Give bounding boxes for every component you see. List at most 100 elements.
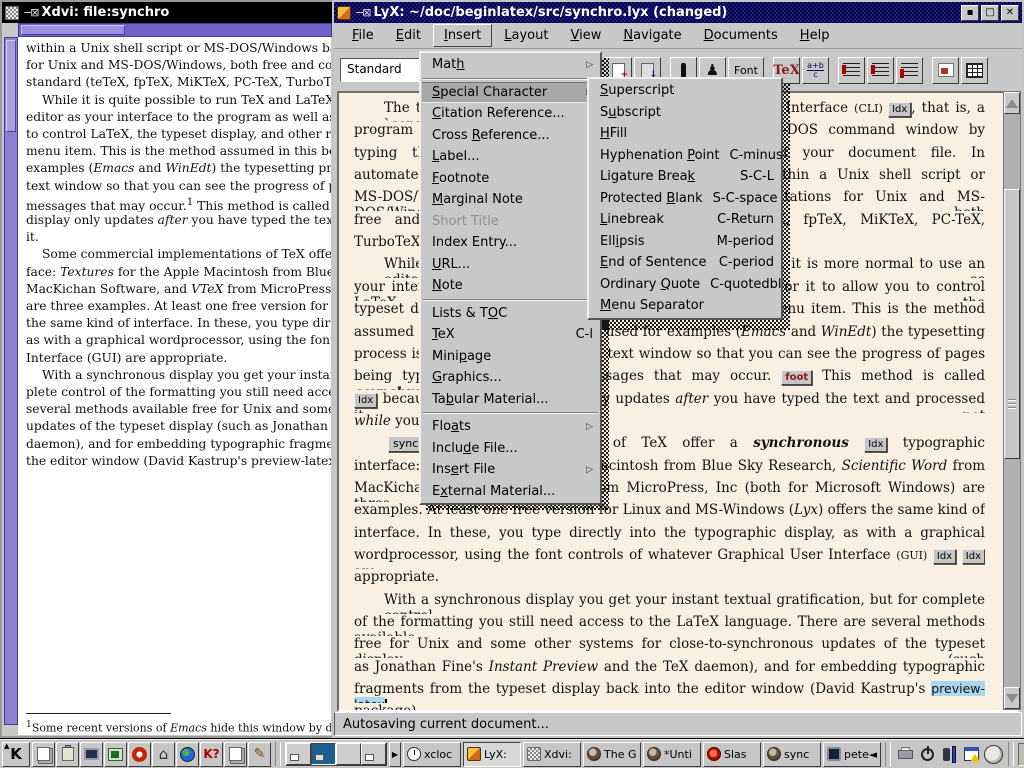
desktop-pager[interactable] bbox=[285, 742, 387, 766]
menubar-item-insert[interactable]: Insert bbox=[433, 24, 492, 47]
insert-menu-item-special-character[interactable]: Special Character▷ bbox=[422, 82, 599, 104]
pen-launcher-icon[interactable]: ✎ bbox=[248, 742, 271, 767]
xdvi-titlebar[interactable]: −⊠ Xdvi: file:synchro bbox=[2, 2, 332, 23]
insert-menu-item-graphics[interactable]: Graphics... bbox=[422, 367, 599, 389]
task-button-unti[interactable]: *Unti bbox=[643, 742, 701, 767]
list3-toolbar-icon[interactable] bbox=[896, 57, 923, 84]
index-inset-button[interactable]: Idx bbox=[962, 549, 985, 564]
index-inset-button[interactable]: Idx bbox=[864, 437, 887, 452]
moon-tray-icon[interactable] bbox=[983, 743, 1004, 766]
xdvi-horizontal-scrollbar-thumb[interactable] bbox=[21, 25, 125, 35]
pin-icon[interactable]: −⊠ bbox=[355, 6, 369, 19]
lifering-launcher-icon[interactable] bbox=[128, 742, 151, 767]
insert-menu-item-marginal-note[interactable]: Marginal Note bbox=[422, 189, 599, 211]
menubar-item-documents[interactable]: Documents bbox=[694, 25, 788, 46]
scrollbar-thumb[interactable] bbox=[1004, 189, 1020, 459]
figure-toolbar-icon[interactable] bbox=[932, 57, 959, 84]
special-char-item-protected-blank[interactable]: Protected BlankS-C-space bbox=[590, 188, 780, 210]
lyx-titlebar[interactable]: −⊠ LyX: ~/doc/beginlatex/src/synchro.lyx… bbox=[334, 2, 1022, 23]
table-toolbar-icon[interactable] bbox=[961, 57, 988, 84]
insert-menu-item-index-entry[interactable]: Index Entry... bbox=[422, 232, 599, 254]
special-char-item-linebreak[interactable]: LinebreakC-Return bbox=[590, 209, 780, 231]
pager-desktop-4[interactable] bbox=[361, 743, 386, 765]
scroll-down-button[interactable] bbox=[1004, 687, 1020, 709]
insert-menu-item-tex[interactable]: TeXC-l bbox=[422, 324, 599, 346]
task-button-xdvi[interactable]: Xdvi: bbox=[523, 742, 581, 767]
scroll-up-button[interactable] bbox=[1004, 92, 1020, 114]
printer-tray-icon[interactable] bbox=[895, 743, 916, 766]
clipboard-launcher-icon[interactable] bbox=[56, 742, 79, 767]
insert-menu-item-url[interactable]: URL... bbox=[422, 254, 599, 276]
minimize-button[interactable]: ▪ bbox=[961, 5, 979, 21]
insert-menu-item-citation-reference[interactable]: Citation Reference... bbox=[422, 103, 599, 125]
insert-menu-item-floats[interactable]: Floats▷ bbox=[422, 416, 599, 438]
math-toolbar-icon[interactable]: a+bc bbox=[802, 57, 829, 84]
menubar-item-file[interactable]: File bbox=[342, 25, 384, 46]
special-char-item-hyphenation-point[interactable]: Hyphenation PointC-minus bbox=[590, 145, 780, 167]
menubar-item-edit[interactable]: Edit bbox=[386, 25, 431, 46]
papers2-launcher-icon[interactable] bbox=[224, 742, 247, 767]
terminal-launcher-icon[interactable] bbox=[104, 742, 127, 767]
menubar-item-navigate[interactable]: Navigate bbox=[613, 25, 691, 46]
maximize-button[interactable]: □ bbox=[981, 5, 999, 21]
pager-desktop-1[interactable] bbox=[286, 743, 311, 765]
dvi-text-line: it. bbox=[26, 230, 331, 246]
khelp-launcher-icon[interactable]: K? bbox=[200, 742, 223, 767]
taskbar-clock[interactable]: 12:31 bbox=[1018, 743, 1024, 766]
plug-tray-icon[interactable] bbox=[939, 743, 960, 766]
index-inset-button[interactable]: Idx bbox=[888, 102, 911, 117]
task-button-pete[interactable]: pete◄ bbox=[823, 742, 881, 767]
calendar-tray-icon[interactable] bbox=[961, 743, 982, 766]
menubar-item-help[interactable]: Help bbox=[790, 25, 840, 46]
insert-menu-item-footnote[interactable]: Footnote bbox=[422, 168, 599, 190]
xdvi-vertical-scrollbar-thumb[interactable] bbox=[6, 40, 16, 132]
insert-menu-item-insert-file[interactable]: Insert File▷ bbox=[422, 459, 599, 481]
footnote-inset-button[interactable]: foot bbox=[781, 370, 812, 385]
index-inset-button[interactable]: Idx bbox=[354, 393, 377, 408]
insert-menu-item-math[interactable]: Math▷ bbox=[422, 54, 599, 76]
xdvi-page-preview: within a Unix shell script or MS-DOS/Win… bbox=[18, 37, 331, 735]
task-button-theg[interactable]: The G bbox=[583, 742, 641, 767]
power-tray-icon[interactable] bbox=[917, 743, 938, 766]
papers-launcher-icon[interactable] bbox=[32, 742, 55, 767]
special-char-item-superscript[interactable]: Superscript bbox=[590, 80, 780, 102]
layout-combo[interactable]: Standard bbox=[340, 58, 420, 82]
insert-menu-item-tabular-material[interactable]: Tabular Material... bbox=[422, 389, 599, 411]
menubar-item-view[interactable]: View bbox=[560, 25, 611, 46]
special-char-item-subscript[interactable]: Subscript bbox=[590, 102, 780, 124]
index-inset-button[interactable]: Idx bbox=[933, 549, 956, 564]
insert-menu-item-label[interactable]: Label... bbox=[422, 146, 599, 168]
menubar-item-layout[interactable]: Layout bbox=[494, 25, 558, 46]
insert-menu-item-note[interactable]: Note bbox=[422, 275, 599, 297]
task-button-slas[interactable]: Slas bbox=[703, 742, 761, 767]
pager-desktop-3[interactable] bbox=[336, 743, 361, 765]
special-char-item-end-of-sentence[interactable]: End of SentenceC-period bbox=[590, 252, 780, 274]
globe-launcher-icon[interactable] bbox=[176, 742, 199, 767]
home-launcher-icon[interactable]: ⌂ bbox=[152, 742, 175, 767]
list2-toolbar-icon[interactable] bbox=[867, 57, 894, 84]
pager-expand-button[interactable]: ▶ bbox=[389, 742, 401, 767]
task-button-lyx[interactable]: LyX: bbox=[463, 742, 521, 767]
insert-menu-item-minipage[interactable]: Minipage bbox=[422, 346, 599, 368]
special-char-item-ordinary-quote[interactable]: Ordinary QuoteC-quotedbl bbox=[590, 274, 780, 296]
special-char-item-menu-separator[interactable]: Menu Separator bbox=[590, 295, 780, 317]
pager-desktop-2[interactable] bbox=[311, 743, 336, 765]
special-char-item-hfill[interactable]: HFill bbox=[590, 123, 780, 145]
document-scrollbar[interactable] bbox=[1003, 91, 1021, 710]
task-button-sync[interactable]: sync bbox=[763, 742, 821, 767]
insert-menu-item-external-material[interactable]: External Material... bbox=[422, 481, 599, 503]
task-button-xcloc[interactable]: xcloc bbox=[403, 742, 461, 767]
insert-menu-item-lists-toc[interactable]: Lists & TOC bbox=[422, 303, 599, 325]
insert-menu-item-include-file[interactable]: Include File... bbox=[422, 438, 599, 460]
special-char-item-ellipsis[interactable]: EllipsisM-period bbox=[590, 231, 780, 253]
pin-icon[interactable]: −⊠ bbox=[23, 6, 37, 19]
document-text-line: With a synchronous display you get your … bbox=[354, 592, 985, 614]
xdvi-horizontal-scrollbar[interactable] bbox=[18, 23, 332, 37]
close-button[interactable]: ✕ bbox=[1001, 5, 1019, 21]
list1-toolbar-icon[interactable] bbox=[838, 57, 865, 84]
monitor-launcher-icon[interactable] bbox=[80, 742, 103, 767]
xdvi-vertical-scrollbar[interactable] bbox=[4, 37, 18, 725]
special-char-item-ligature-break[interactable]: Ligature BreakS-C-L bbox=[590, 166, 780, 188]
insert-menu-item-cross-reference[interactable]: Cross Reference... bbox=[422, 125, 599, 147]
k-menu-button[interactable]: ▲ K bbox=[2, 742, 30, 767]
